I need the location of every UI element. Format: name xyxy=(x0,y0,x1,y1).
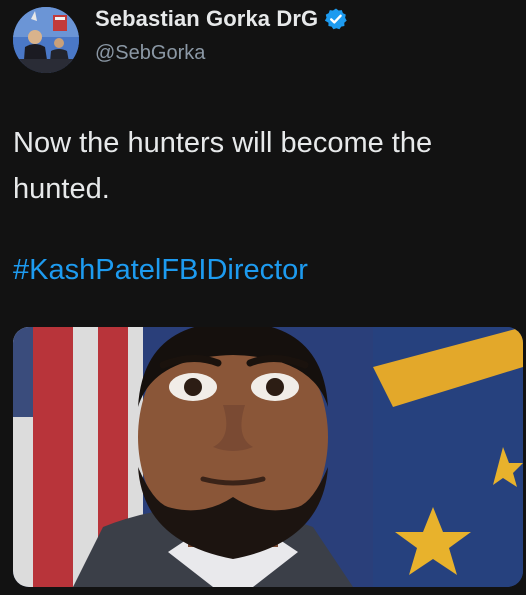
author-handle[interactable]: @SebGorka xyxy=(95,42,205,65)
author-avatar[interactable] xyxy=(13,7,79,73)
verified-badge-icon xyxy=(324,7,348,31)
tweet-header: Sebastian Gorka DrG @SebGorka xyxy=(13,4,513,73)
author-name-row: Sebastian Gorka DrG xyxy=(95,4,348,34)
avatar-image-icon xyxy=(13,7,79,73)
portrait-photo-icon xyxy=(13,327,523,587)
author-display-name[interactable]: Sebastian Gorka DrG xyxy=(95,6,318,32)
tweet-body-text: Now the hunters will become the hunted. xyxy=(13,127,433,205)
hashtag-link[interactable]: #KashPatelFBIDirector xyxy=(13,250,308,290)
tweet-media-image[interactable] xyxy=(13,327,523,587)
